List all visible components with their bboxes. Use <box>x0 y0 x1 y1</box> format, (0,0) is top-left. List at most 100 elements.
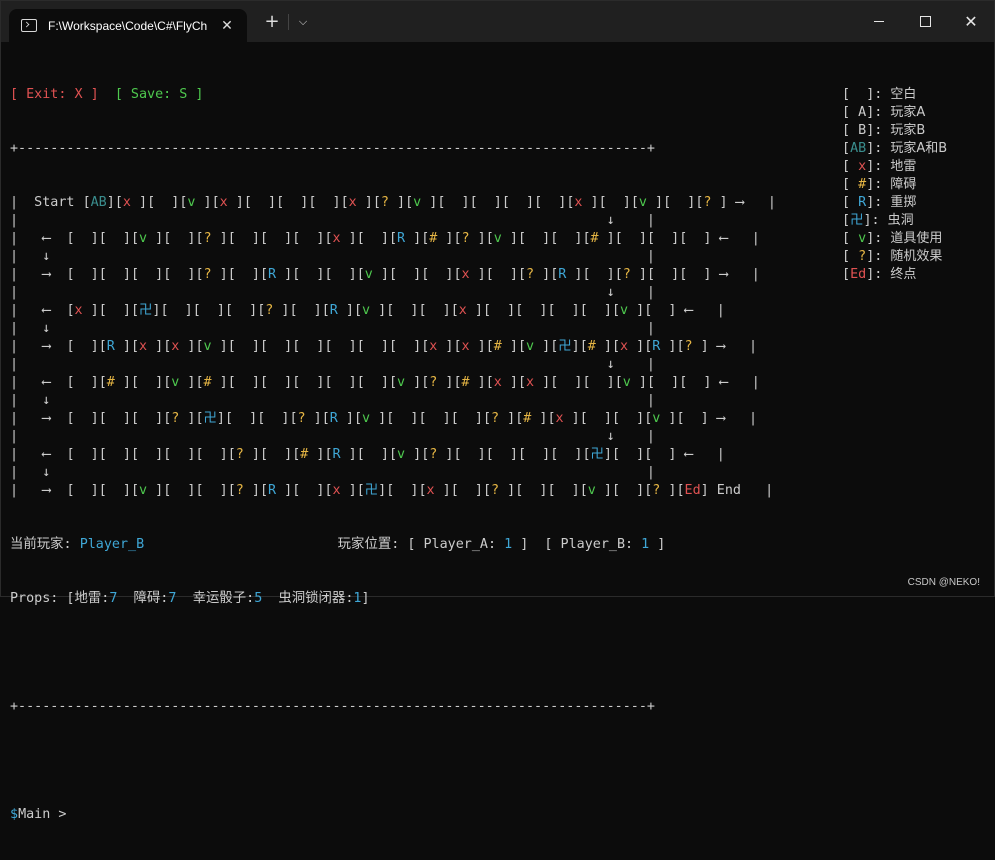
board-cell: [v ] <box>644 411 677 426</box>
cell-empty <box>652 303 668 318</box>
board-row: | ↓ | <box>10 249 655 264</box>
board-cell: [ ] <box>646 231 680 246</box>
cell-prop-use: v <box>171 375 180 390</box>
board-row: | Start [AB][x ][ ][v ][x ][ ][ ][ ][x ]… <box>10 194 776 212</box>
board-cell: [? ] <box>644 483 677 498</box>
cell-empty <box>236 375 252 390</box>
cell-prop-use: v <box>139 483 148 498</box>
tab-terminal[interactable]: F:\Workspace\Code\C#\FlyCh ✕ <box>9 9 247 42</box>
board-border-bottom: +---------------------------------------… <box>10 699 655 714</box>
cell-empty <box>265 411 281 426</box>
cell-empty <box>556 483 572 498</box>
board-row: | ↓ | <box>10 357 655 372</box>
cell-empty <box>268 375 284 390</box>
cell-reroll: R <box>329 411 338 426</box>
board-cell: [ ] <box>257 411 290 426</box>
cell-obstacle: # <box>203 375 212 390</box>
board-cell: [? ] <box>227 447 260 462</box>
row-suffix: ⟵ | <box>676 447 725 462</box>
board-cell: [x ] <box>453 267 486 282</box>
board-cell: [ ] <box>66 411 99 426</box>
cell-empty <box>298 303 314 318</box>
cell-wormhole: 卍 <box>139 303 153 318</box>
terminal-output[interactable]: [ Exit: X ] [ Save: S ] +---------------… <box>10 50 776 860</box>
board-cell: [v ] <box>485 231 518 246</box>
board-row: | ↓ | <box>10 429 655 444</box>
cell-wormhole: 卍 <box>203 411 217 426</box>
legend-label: 地雷 <box>890 159 917 174</box>
board-cell: [# ] <box>453 375 486 390</box>
new-tab-button[interactable]: + <box>261 1 283 42</box>
cell-empty <box>75 231 91 246</box>
cell-empty <box>623 231 639 246</box>
legend-symbol: x <box>858 159 867 174</box>
cell-random: ? <box>203 267 212 282</box>
cell-empty <box>75 339 91 354</box>
row-prefix: | ⟶ <box>10 339 67 354</box>
row-suffix: ⟶ | <box>727 195 776 210</box>
board-cell: [ ] <box>292 375 325 390</box>
cell-random: ? <box>429 375 438 390</box>
prop-name: 虫洞锁闭器: <box>278 591 354 606</box>
board-cell: [v ] <box>163 375 196 390</box>
board-cell: [ ] <box>453 447 486 462</box>
board-cell: [x ] <box>66 303 99 318</box>
board-cell: [x ] <box>611 339 645 354</box>
cell-random: ? <box>703 195 712 210</box>
row-prefix: | ⟵ <box>10 447 67 462</box>
close-window-button[interactable]: ✕ <box>948 1 994 42</box>
board-cell: [v ] <box>130 231 164 246</box>
cell-wormhole: 卍 <box>558 339 572 354</box>
board-row: | ⟶ [ ][ ][ ][? ][卍][ ][ ][? ][R ][v ][ … <box>10 410 776 428</box>
cell-mine: x <box>458 303 467 318</box>
board-cell: [x ] <box>485 375 518 390</box>
legend-item: [ A]: 玩家A <box>842 105 926 120</box>
legend-label: 障碍 <box>890 177 917 192</box>
board-cell: [R ] <box>259 267 293 282</box>
board-row: | ↓ | <box>10 465 655 480</box>
board-cell: [? ] <box>195 267 228 282</box>
board-cell: [卍] <box>130 303 161 318</box>
cell-empty <box>652 447 668 462</box>
command-prompt[interactable]: $Main > <box>10 806 776 824</box>
board-cell: [ ] <box>243 195 277 210</box>
chevron-down-icon[interactable]: ⌵ <box>294 1 312 42</box>
close-icon: ✕ <box>964 12 978 31</box>
legend-symbol: AB <box>850 141 867 156</box>
board-cell: [ ] <box>482 303 516 318</box>
cell-empty <box>429 267 445 282</box>
row-suffix: ⟵ | <box>711 231 760 246</box>
board-cell: [ ] <box>356 231 389 246</box>
cell-reroll: R <box>329 303 338 318</box>
cell-empty <box>591 267 607 282</box>
legend-symbol: v <box>858 231 867 246</box>
legend: [ ]: 空白 [ A]: 玩家A [ B]: 玩家B [AB]: 玩家A和B [ x]… <box>842 86 947 284</box>
cell-empty <box>523 303 539 318</box>
row-prefix: | ⟵ <box>10 231 67 246</box>
cell-empty <box>365 375 381 390</box>
board-cell: [ ] <box>550 231 583 246</box>
board-row: | ⟵ [ ][ ][ ][ ][ ][? ][ ][# ][R ][ ][v … <box>10 446 776 464</box>
cell-empty <box>236 267 252 282</box>
board-cell: [ ] <box>386 483 419 498</box>
board-cell: [v ] <box>388 447 422 462</box>
props-label: Props: [ <box>10 591 75 606</box>
board-cell: [ ] <box>679 267 712 282</box>
board-cell: [? ] <box>289 411 322 426</box>
cell-prop-use: v <box>413 195 422 210</box>
cell-empty <box>155 195 171 210</box>
board-cell: [ ] <box>663 195 696 210</box>
cell-random: ? <box>684 339 693 354</box>
maximize-button[interactable] <box>902 1 948 42</box>
cell-empty <box>107 411 123 426</box>
board-cell: [ ] <box>289 303 322 318</box>
cell-mine: x <box>429 339 438 354</box>
cell-reroll: R <box>268 483 277 498</box>
minimize-button[interactable] <box>856 1 902 42</box>
board-cell: [v ] <box>614 375 647 390</box>
tab-close-button[interactable]: ✕ <box>217 18 237 34</box>
board-cell: [ ] <box>66 267 99 282</box>
cell-empty <box>526 231 542 246</box>
cell-empty <box>685 411 701 426</box>
cell-empty <box>75 447 91 462</box>
